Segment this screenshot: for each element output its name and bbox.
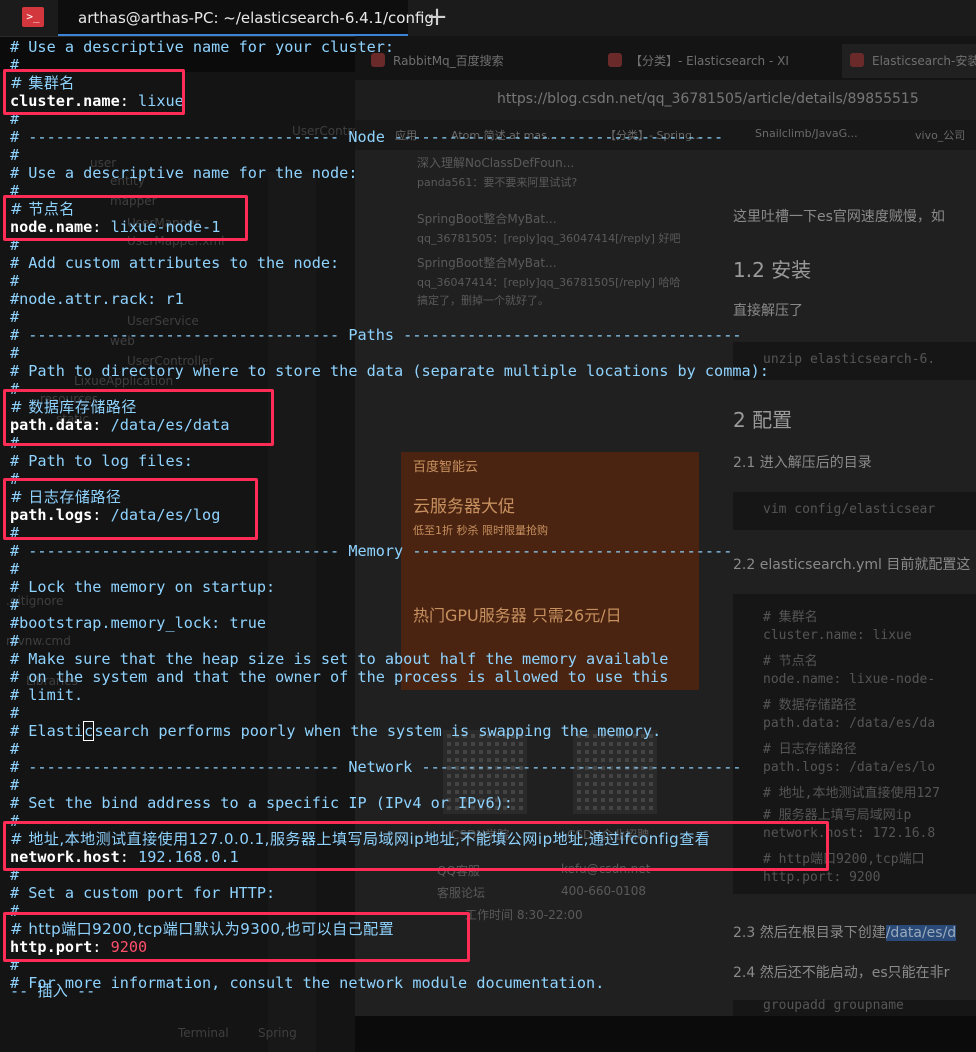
- config-comment: # limit.: [10, 686, 84, 704]
- terminal-icon[interactable]: >_: [22, 7, 44, 27]
- config-comment: #node.attr.rack: r1: [10, 290, 184, 308]
- config-comment: # Use a descriptive name for your cluste…: [10, 38, 395, 56]
- comment-text: # Elasti: [10, 722, 84, 740]
- highlight-box-path-logs: [3, 478, 258, 540]
- config-comment: # Set a custom port for HTTP:: [10, 884, 276, 902]
- terminal-tab-bar: >_ arthas@arthas-PC: ~/elasticsearch-6.4…: [0, 0, 976, 37]
- config-comment: # For more information, consult the netw…: [10, 974, 605, 992]
- config-comment: #: [10, 740, 20, 758]
- highlight-box-network-host: [3, 821, 829, 871]
- section-divider: # ---------------------------------- Nod…: [10, 128, 724, 146]
- config-comment: #bootstrap.memory_lock: true: [10, 614, 267, 632]
- config-comment: # on the system and that the owner of th…: [10, 668, 669, 686]
- section-divider: # ---------------------------------- Mem…: [10, 542, 733, 560]
- config-comment: #: [10, 560, 20, 578]
- config-comment: #: [10, 596, 20, 614]
- ide-tree-item: Terminal: [178, 1026, 229, 1040]
- config-comment: # Make sure that the heap size is set to…: [10, 650, 669, 668]
- new-tab-button[interactable]: +: [423, 3, 451, 31]
- config-comment: # Path to log files:: [10, 452, 193, 470]
- ide-tree-item: Spring: [258, 1026, 297, 1040]
- config-comment: #: [10, 308, 20, 326]
- section-divider: # ---------------------------------- Net…: [10, 758, 742, 776]
- highlight-box-path-data: [3, 389, 274, 446]
- vim-mode-indicator: -- 插入 --: [10, 982, 96, 1000]
- config-comment: # Path to directory where to store the d…: [10, 362, 769, 380]
- config-comment: #: [10, 272, 20, 290]
- terminal-content[interactable]: # Use a descriptive name for your cluste…: [0, 36, 976, 1016]
- config-comment: # Elasticsearch performs poorly when the…: [10, 721, 662, 741]
- highlight-box-node-name: [3, 195, 248, 241]
- highlight-box-http-port: [3, 912, 470, 962]
- section-divider: # ---------------------------------- Pat…: [10, 326, 742, 344]
- config-comment: #: [10, 776, 20, 794]
- config-comment: # Use a descriptive name for the node:: [10, 164, 358, 182]
- config-comment: #: [10, 146, 20, 164]
- config-comment: #: [10, 632, 20, 650]
- terminal-tab[interactable]: arthas@arthas-PC: ~/elasticsearch-6.4.1/…: [58, 0, 434, 36]
- config-comment: # Lock the memory on startup:: [10, 578, 276, 596]
- highlight-box-cluster-name: [3, 69, 185, 115]
- config-comment: #: [10, 704, 20, 722]
- config-comment: #: [10, 344, 20, 362]
- terminal-tab-title: arthas@arthas-PC: ~/elasticsearch-6.4.1/…: [78, 9, 434, 27]
- config-comment: # Set the bind address to a specific IP …: [10, 794, 513, 812]
- config-comment: # Add custom attributes to the node:: [10, 254, 340, 272]
- comment-text: search performs poorly when the system i…: [94, 722, 662, 740]
- text-cursor: c: [83, 721, 95, 741]
